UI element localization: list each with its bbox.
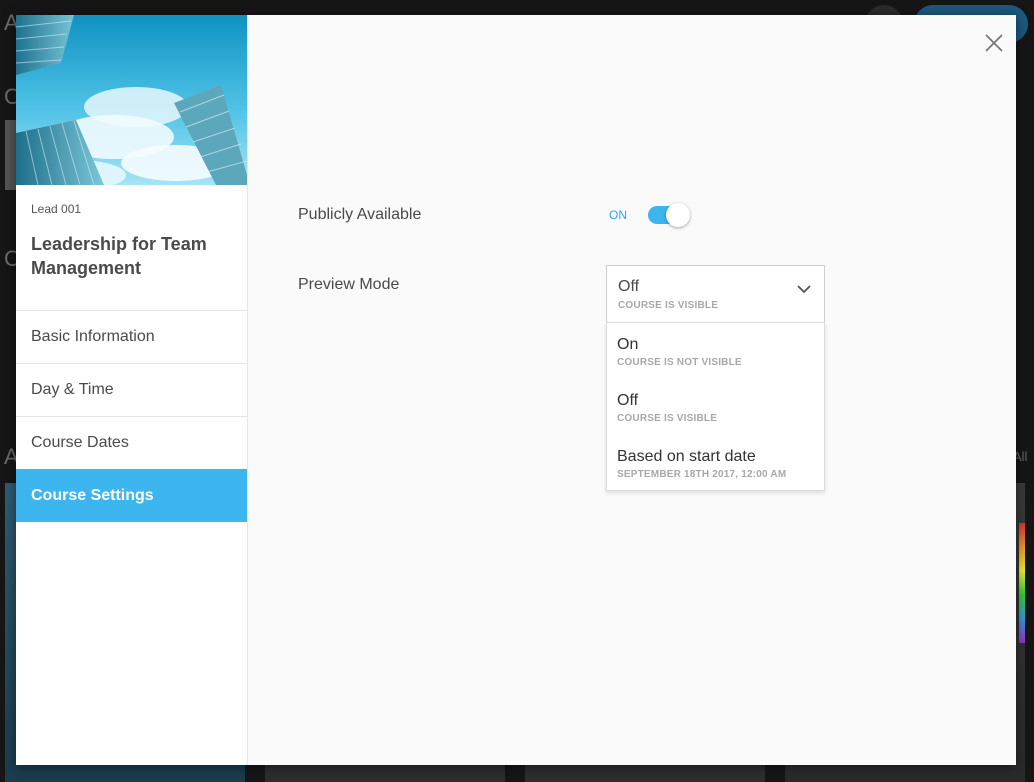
option-label: Off bbox=[617, 392, 639, 409]
settings-content: Publicly Available ON Preview Mode Off C… bbox=[248, 15, 1016, 765]
option-label: On bbox=[617, 336, 639, 353]
settings-nav: Basic Information Day & Time Course Date… bbox=[16, 310, 247, 522]
nav-item-course-settings[interactable]: Course Settings bbox=[16, 469, 247, 522]
toggle-knob bbox=[666, 203, 690, 227]
preview-mode-selected-description: COURSE IS VISIBLE bbox=[618, 300, 719, 311]
preview-mode-dropdown: On COURSE IS NOT VISIBLE Off COURSE IS V… bbox=[606, 322, 825, 491]
course-title: Leadership for Team Management bbox=[31, 234, 207, 278]
option-description: COURSE IS VISIBLE bbox=[617, 413, 718, 424]
close-icon[interactable] bbox=[983, 32, 1005, 54]
chevron-down-icon bbox=[797, 285, 811, 294]
course-code: Lead 001 bbox=[31, 202, 82, 216]
option-description: COURSE IS NOT VISIBLE bbox=[617, 357, 742, 368]
option-description: SEPTEMBER 18TH 2017, 12:00 AM bbox=[617, 469, 787, 480]
preview-option-off[interactable]: Off COURSE IS VISIBLE bbox=[607, 392, 824, 448]
preview-mode-selected-value: Off bbox=[618, 278, 640, 295]
course-cover-image bbox=[16, 15, 247, 185]
preview-option-based-on-start-date[interactable]: Based on start date SEPTEMBER 18TH 2017,… bbox=[607, 448, 824, 504]
nav-item-basic-information[interactable]: Basic Information bbox=[16, 310, 247, 363]
course-settings-modal: Lead 001 Leadership for Team Management … bbox=[16, 15, 1016, 765]
preview-mode-select[interactable]: Off COURSE IS VISIBLE bbox=[606, 265, 825, 323]
option-label: Based on start date bbox=[617, 448, 756, 465]
nav-item-day-time[interactable]: Day & Time bbox=[16, 363, 247, 416]
preview-mode-label: Preview Mode bbox=[298, 276, 400, 293]
nav-item-course-dates[interactable]: Course Dates bbox=[16, 416, 247, 469]
publicly-available-label: Publicly Available bbox=[298, 206, 422, 223]
course-sidebar: Lead 001 Leadership for Team Management … bbox=[16, 15, 248, 765]
publicly-available-toggle[interactable] bbox=[648, 203, 690, 227]
preview-option-on[interactable]: On COURSE IS NOT VISIBLE bbox=[607, 336, 824, 392]
publicly-available-state: ON bbox=[609, 208, 627, 222]
